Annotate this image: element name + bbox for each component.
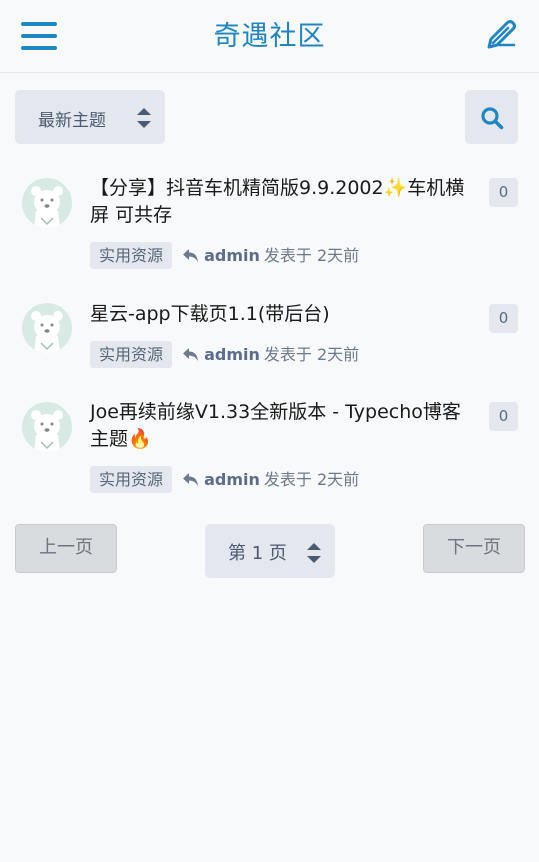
reply-arrow-icon: [183, 248, 199, 267]
search-button[interactable]: [465, 90, 518, 144]
avatar[interactable]: [22, 402, 72, 452]
avatar[interactable]: [22, 303, 72, 353]
post-time: 发表于 2天前: [263, 246, 360, 265]
sort-order-select[interactable]: 最新主题: [15, 90, 165, 144]
next-page-button[interactable]: 下一页: [423, 524, 525, 573]
page-select-value: 第 1 页: [228, 543, 287, 564]
topic-meta: 实用资源 admin 发表于 2天前: [90, 242, 359, 269]
topic-title[interactable]: Joe再续前缘V1.33全新版本 - Typecho博客主题🔥: [90, 399, 476, 453]
topic-title[interactable]: 星云-app下载页1.1(带后台): [90, 301, 476, 328]
author-link[interactable]: admin: [204, 470, 260, 489]
prev-page-button[interactable]: 上一页: [15, 524, 117, 573]
sort-order-value: 最新主题: [38, 111, 106, 131]
new-post-pen-icon[interactable]: [484, 18, 518, 52]
app-header: 奇遇社区: [0, 0, 539, 73]
category-tag[interactable]: 实用资源: [90, 466, 173, 493]
app-title: 奇遇社区: [213, 21, 326, 52]
post-time: 发表于 2天前: [263, 470, 360, 489]
topic-meta: 实用资源 admin 发表于 2天前: [90, 341, 359, 368]
search-icon: [481, 107, 504, 130]
topic-meta: 实用资源 admin 发表于 2天前: [90, 466, 359, 493]
topic-title[interactable]: 【分享】抖音车机精简版9.9.2002✨车机横屏 可共存: [90, 175, 476, 229]
category-tag[interactable]: 实用资源: [90, 341, 173, 368]
reply-arrow-icon: [183, 347, 199, 366]
reply-count-badge: 0: [489, 304, 518, 333]
author-link[interactable]: admin: [204, 345, 260, 364]
category-tag[interactable]: 实用资源: [90, 242, 173, 269]
author-link[interactable]: admin: [204, 246, 260, 265]
select-arrows-icon: [307, 543, 321, 563]
select-arrows-icon: [137, 108, 151, 128]
reply-arrow-icon: [183, 472, 199, 491]
reply-count-badge: 0: [489, 178, 518, 207]
page-select[interactable]: 第 1 页: [205, 524, 335, 578]
avatar[interactable]: [22, 178, 72, 228]
reply-count-badge: 0: [489, 402, 518, 431]
post-time: 发表于 2天前: [263, 345, 360, 364]
